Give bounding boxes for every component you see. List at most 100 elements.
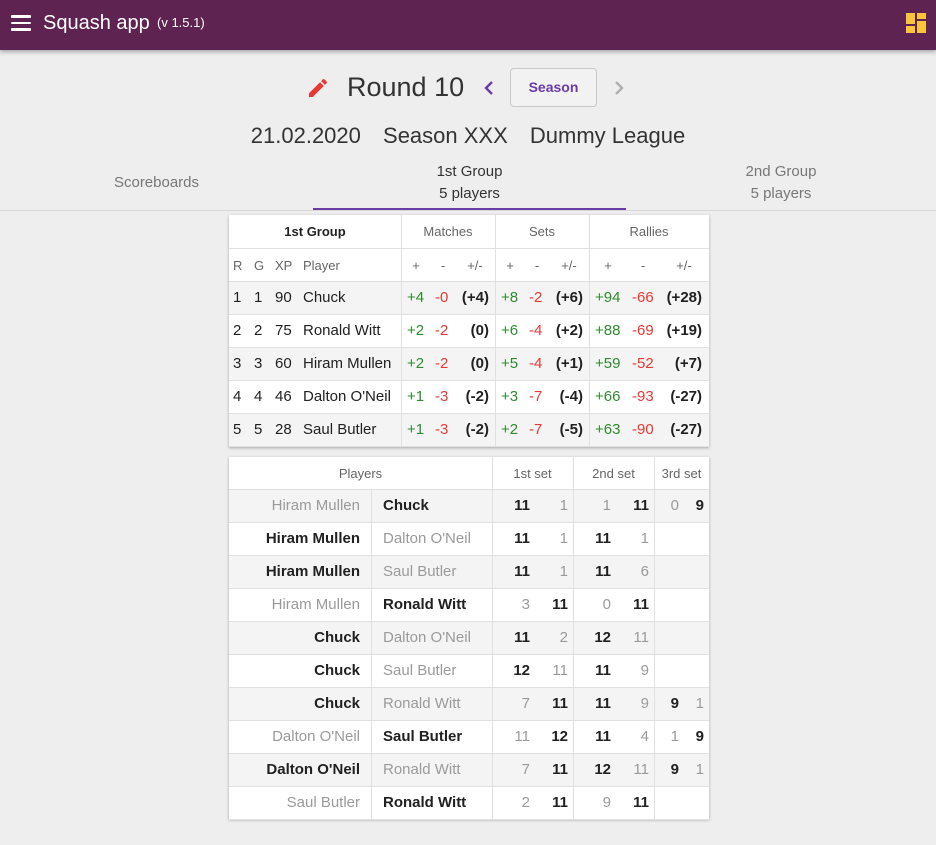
matches-table: Players 1st set 2nd set 3rd set Hiram Mu…	[229, 457, 709, 820]
rallies-diff: (-27)	[670, 388, 702, 405]
col-sets-diff: +/-	[561, 258, 577, 273]
set-score-player-two: 1	[559, 563, 568, 580]
player-two-name: Ronald Witt	[383, 761, 461, 778]
set-score-player-two: 11	[552, 794, 568, 811]
match-row: Chuck Saul Butler 12 11 11 9	[229, 655, 709, 687]
app-version: (v 1.5.1)	[157, 15, 205, 30]
set-score-player-one: 9	[670, 761, 679, 778]
group-cell: 2	[254, 322, 263, 339]
col-player: Player	[303, 258, 340, 273]
rallies-lost: -66	[632, 289, 654, 306]
pencil-icon[interactable]	[306, 76, 330, 100]
dashboard-icon[interactable]	[906, 13, 926, 33]
rallies-lost: -69	[632, 322, 654, 339]
rallies-lost: -90	[632, 421, 654, 438]
player-two-name: Ronald Witt	[383, 596, 467, 613]
set-score-player-one: 11	[595, 563, 611, 580]
matches-lost: -3	[435, 388, 449, 405]
sets-won: +8	[501, 289, 519, 306]
match-row: Dalton O'Neil Saul Butler 11 12 11 4 1 9	[229, 721, 709, 753]
set-score-player-two: 2	[559, 629, 568, 646]
xp-cell: 90	[275, 289, 292, 306]
set-score-player-two: 9	[695, 728, 704, 745]
matches-won: +2	[407, 322, 425, 339]
player-one-name: Chuck	[314, 695, 360, 712]
standings-table: 1st Group Matches Sets Rallies R G XP Pl…	[229, 215, 709, 447]
player-one-name: Chuck	[314, 662, 360, 679]
set-score-player-one: 12	[594, 629, 611, 646]
col-group: G	[254, 258, 265, 273]
group-cell: 3	[254, 355, 263, 372]
app-bar: Squash app (v 1.5.1)	[0, 0, 936, 50]
season-name: Season XXX	[383, 123, 508, 148]
set-score-player-two: 11	[552, 761, 568, 778]
player-two-name: Ronald Witt	[383, 695, 461, 712]
matches-diff: (-2)	[465, 388, 489, 405]
divider	[229, 446, 709, 447]
rank-cell: 4	[233, 388, 242, 405]
set-score-player-one: 2	[521, 794, 530, 811]
standings-row: 5 5 28 Saul Butler +1 -3 (-2) +2 -7 (-5) +63 -90 (-2…	[229, 414, 709, 446]
standings-row: 4 4 46 Dalton O'Neil +1 -3 (-2) +3 -7 (-4) +66 -93 (…	[229, 381, 709, 413]
set-score-player-one: 11	[595, 662, 611, 679]
set-score-player-one: 7	[521, 695, 530, 712]
tab-sublabel: 5 players	[439, 185, 500, 202]
standings-row: 3 3 60 Hiram Mullen +2 -2 (0) +5 -4 (+1) +59 -52 (+7…	[229, 348, 709, 380]
xp-cell: 28	[275, 421, 292, 438]
set-score-player-two: 12	[551, 728, 568, 745]
col-rallies-plus: +	[604, 258, 612, 273]
set-score-player-two: 6	[640, 563, 649, 580]
player-one-name: Saul Butler	[286, 794, 360, 811]
chevron-left-icon[interactable]	[478, 76, 500, 100]
set-score-player-two: 11	[552, 596, 568, 613]
matches-diff: (+4)	[461, 289, 489, 306]
set-score-player-two: 9	[640, 662, 649, 679]
hamburger-menu-icon[interactable]	[11, 15, 31, 31]
player-two-name: Saul Butler	[383, 563, 457, 580]
divider	[229, 819, 709, 820]
set-score-player-one: 1	[670, 728, 679, 745]
sets-won: +2	[501, 421, 519, 438]
tab-2nd-group[interactable]: 2nd Group 5 players	[626, 158, 936, 210]
sets-lost: -7	[529, 388, 543, 405]
tab-sublabel: 5 players	[750, 185, 812, 202]
set-score-player-two: 1	[640, 530, 649, 547]
set-score-player-two: 11	[633, 596, 649, 613]
chevron-right-icon[interactable]	[608, 76, 630, 100]
rallies-lost: -93	[632, 388, 654, 405]
player-one-name: Dalton O'Neil	[272, 728, 360, 745]
sets-lost: -2	[529, 289, 543, 306]
col-matches-minus: -	[440, 258, 446, 273]
rallies-won: +63	[595, 421, 621, 438]
rallies-lost: -52	[632, 355, 654, 372]
group-cell: 5	[254, 421, 263, 438]
set-score-player-one: 9	[670, 695, 679, 712]
set1-header: 1st set	[513, 466, 552, 481]
xp-cell: 75	[275, 322, 292, 339]
tab-label: Scoreboards	[113, 174, 200, 191]
set-score-player-two: 9	[640, 695, 649, 712]
set-score-player-one: 1	[602, 497, 611, 514]
player-name: Saul Butler	[303, 421, 377, 438]
matches-lost: -0	[435, 289, 449, 306]
set-score-player-two: 11	[633, 497, 649, 514]
sets-diff: (-5)	[559, 421, 583, 438]
matches-diff: (-2)	[465, 421, 489, 438]
player-two-name: Ronald Witt	[383, 794, 467, 811]
match-row: Saul Butler Ronald Witt 2 11 9 11	[229, 787, 709, 819]
set-score-player-one: 3	[521, 596, 530, 613]
round-header: Round 10 Season	[0, 68, 936, 108]
rallies-diff: (+7)	[674, 355, 702, 372]
rallies-diff: (+19)	[666, 322, 702, 339]
tab-scoreboards[interactable]: Scoreboards	[0, 158, 313, 210]
set-score-player-one: 12	[513, 662, 530, 679]
player-one-name: Hiram Mullen	[271, 596, 360, 613]
season-button[interactable]: Season	[510, 68, 597, 107]
match-row: Hiram Mullen Dalton O'Neil 11 1 11 1	[229, 523, 709, 555]
set-score-player-two: 1	[695, 695, 704, 712]
group-cell: 1	[254, 289, 263, 306]
col-xp: XP	[275, 258, 293, 273]
tab-1st-group[interactable]: 1st Group 5 players	[313, 158, 626, 210]
col-matches-plus: +	[412, 258, 420, 273]
player-one-name: Chuck	[314, 629, 360, 646]
